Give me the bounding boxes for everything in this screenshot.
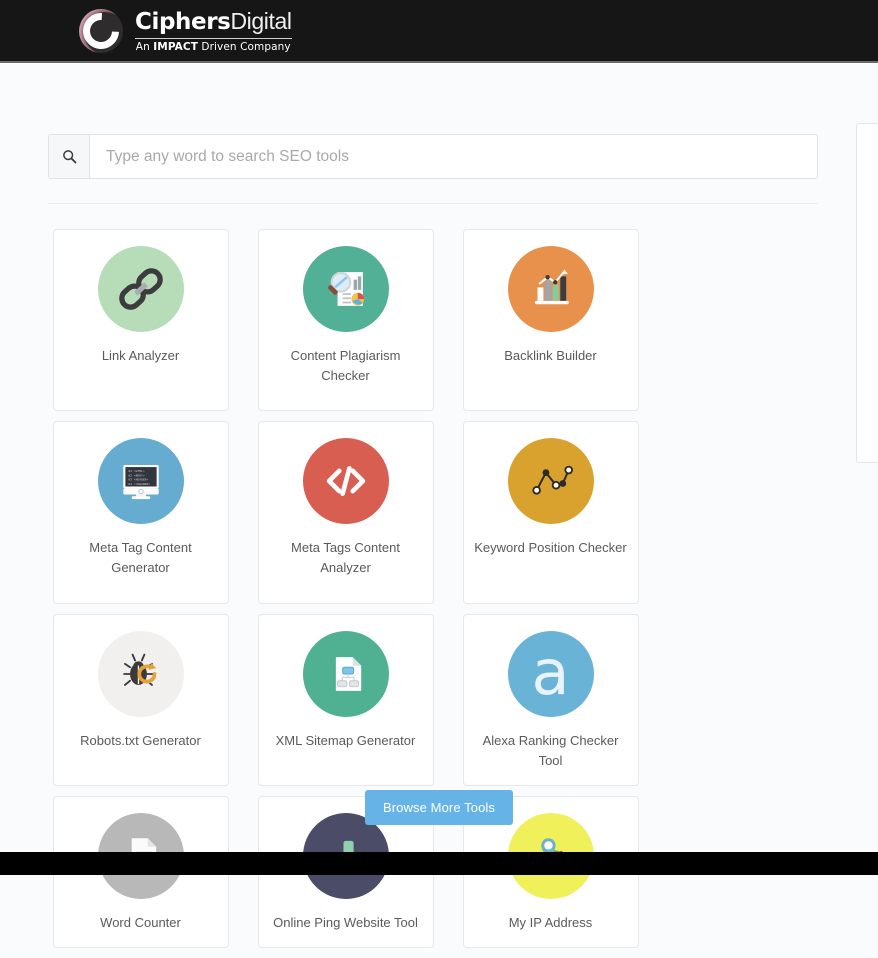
tool-card[interactable]: Link Analyzer [52, 229, 229, 412]
bar-chart-growth-icon [507, 246, 594, 332]
tool-card[interactable]: a Alexa Ranking Checker Tool [462, 613, 639, 786]
brand-name-light: Digital [230, 7, 292, 34]
tool-card-label: Content Plagiarism Checker [290, 348, 401, 384]
tool-card[interactable]: 01 <HTML> 02 <BODY> 03 <HEADER> 04 </HEADER… [52, 421, 229, 604]
tool-card-label: Backlink Builder [504, 348, 597, 363]
search-button[interactable] [49, 135, 90, 178]
tool-card-label: Link Analyzer [101, 348, 180, 363]
sitemap-document-icon [302, 630, 389, 717]
section-divider [48, 203, 818, 204]
browse-more-tools-button[interactable]: Browse More Tools [364, 790, 513, 825]
monitor-code-icon: 01 <HTML> 02 <BODY> 03 <HEADER> 04 </HEADER… [97, 438, 184, 525]
page-content: Link Analyzer Content PlagiarismChecker Ba… [0, 63, 878, 948]
tool-card-label: Word Counter [100, 914, 181, 930]
search-bar[interactable] [48, 134, 818, 179]
brand-wordmark: CiphersDigital [135, 7, 292, 35]
code-brackets-icon [302, 438, 389, 525]
site-footer-bar [0, 852, 878, 875]
chain-link-icon [97, 246, 184, 332]
site-header: CiphersDigital An IMPACT Driven Company [0, 0, 878, 63]
brand-logo[interactable]: CiphersDigital An IMPACT Driven Company [72, 5, 292, 57]
tool-card-label: My IP Address [508, 914, 593, 930]
ciphers-circle-c-logo-icon [72, 5, 127, 57]
tool-card[interactable]: XML Sitemap Generator [257, 613, 434, 786]
tool-card[interactable]: Meta Tags Content Analyzer [257, 421, 434, 604]
tool-card-label: Alexa Ranking Checker Tool [482, 732, 619, 768]
alexa-a-icon: a [507, 630, 594, 717]
tool-card-label: Online Ping Website Tool [273, 914, 418, 930]
tool-card-label: Meta Tag Content Generator [89, 540, 192, 576]
tool-card[interactable]: Backlink Builder [462, 229, 639, 412]
tool-card-label: XML Sitemap Generator [275, 732, 416, 748]
right-side-panel [856, 123, 878, 463]
search-icon [62, 149, 77, 164]
tool-card-label: Keyword Position Checker [474, 540, 627, 556]
tool-card[interactable]: Keyword Position Checker [462, 421, 639, 604]
tool-card[interactable]: Content Plagiarism Checker [257, 229, 434, 412]
bug-refresh-icon [97, 630, 184, 717]
magnifier-report-icon [302, 246, 389, 332]
tool-card-label: Robots.txt Generator [80, 732, 201, 748]
tool-card-label: Meta Tags Content Analyzer [291, 540, 400, 576]
svg-text:04 </HEADER>: 04 </HEADER> [128, 482, 150, 486]
brand-divider [135, 37, 292, 39]
tools-grid: Link Analyzer Content Plagiarism Checker Ba… [38, 229, 838, 958]
line-graph-nodes-icon [507, 438, 594, 525]
brand-tagline: An IMPACT Driven Company [135, 40, 291, 53]
brand-name-bold: Ciphers [135, 8, 231, 35]
search-input[interactable] [90, 135, 817, 178]
tool-card[interactable]: Robots.txt Generator [52, 613, 229, 786]
